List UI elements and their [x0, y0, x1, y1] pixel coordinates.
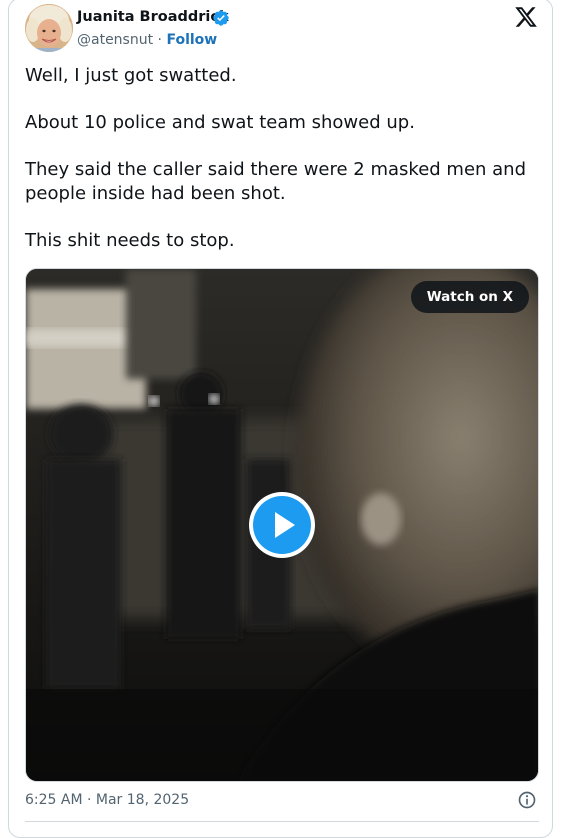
x-logo-icon[interactable]	[514, 5, 538, 29]
separator-dot: ·	[157, 32, 162, 48]
tweet-paragraph: This shit needs to stop.	[25, 230, 235, 251]
tweet-paragraph: About 10 police and swat team showed up.	[25, 112, 415, 133]
info-icon[interactable]	[517, 790, 537, 810]
video-player[interactable]: Watch on X	[25, 268, 539, 782]
verified-badge-icon	[213, 10, 229, 26]
author-display-name[interactable]: Juanita Broaddrick	[77, 8, 229, 26]
handle-row: @atensnut · Follow	[77, 31, 217, 49]
divider	[25, 821, 539, 822]
watch-on-x-button[interactable]: Watch on X	[410, 281, 529, 313]
play-icon	[275, 512, 295, 538]
follow-button[interactable]: Follow	[166, 32, 217, 48]
tweet-paragraph: They said the caller said there were 2 m…	[25, 159, 527, 204]
tweet-paragraph: Well, I just got swatted.	[25, 65, 237, 86]
author-avatar[interactable]	[25, 4, 73, 52]
author-handle[interactable]: @atensnut	[77, 32, 153, 48]
tweet-text: Well, I just got swatted. About 10 polic…	[25, 64, 535, 276]
play-button[interactable]	[249, 492, 315, 558]
tweet-timestamp[interactable]: 6:25 AM · Mar 18, 2025	[25, 791, 189, 809]
